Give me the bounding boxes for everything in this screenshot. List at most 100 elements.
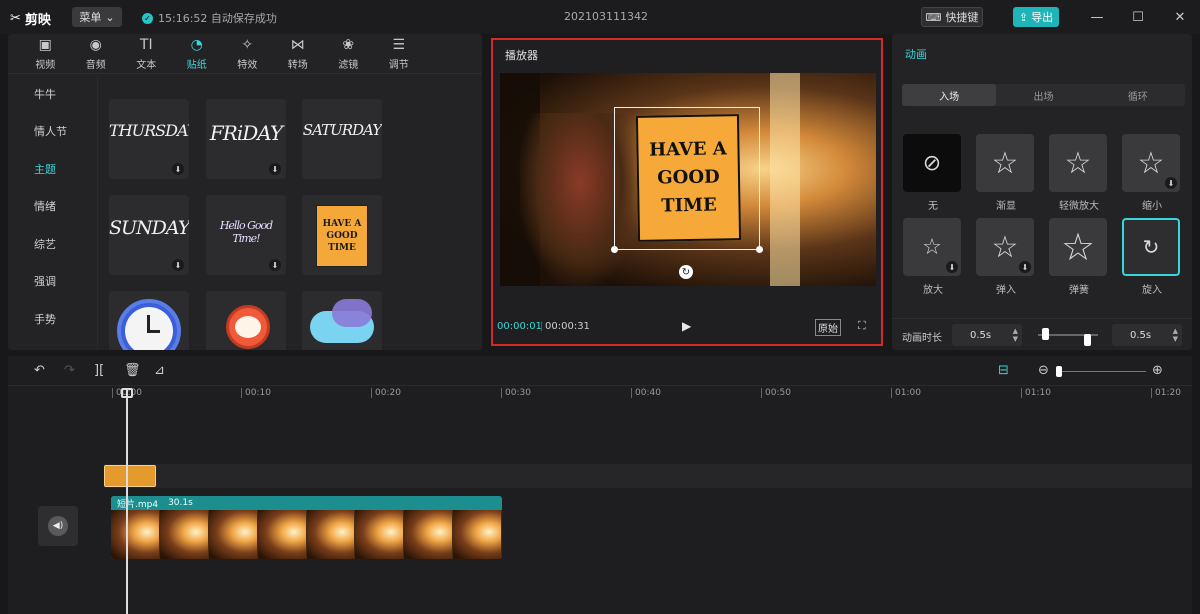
resize-handle[interactable]	[756, 246, 763, 253]
delete-icon[interactable]: 🗑	[124, 363, 141, 378]
rotate-handle-icon[interactable]: ↻	[679, 265, 693, 279]
resize-handle[interactable]	[611, 246, 618, 253]
sticker-text: THURSDAY	[109, 121, 189, 140]
download-icon[interactable]: ⬇	[172, 259, 184, 271]
slider-handle-out[interactable]	[1084, 334, 1091, 346]
sticker-tile[interactable]	[206, 291, 286, 350]
speaker-icon: ◀)	[48, 516, 68, 536]
redo-icon[interactable]: ↷	[64, 363, 75, 378]
undo-icon[interactable]: ↶	[34, 363, 45, 378]
tab-label: 贴纸	[186, 59, 207, 71]
export-label: 导出	[1031, 11, 1054, 24]
zoom-in-icon[interactable]: ⊕	[1152, 363, 1163, 378]
category-item[interactable]: 强调	[8, 263, 97, 301]
anim-item-slight-zoom[interactable]: ☆ 轻微放大	[1049, 134, 1109, 212]
sticker-tile[interactable]: SUNDAY ⬇	[109, 195, 189, 275]
anim-label: 缩小	[1142, 201, 1162, 212]
stepper-icon[interactable]: ▲ ▼	[1013, 327, 1018, 343]
sticker-tile[interactable]: HAVE A GOOD TIME	[302, 195, 382, 275]
download-icon[interactable]: ⬇	[1019, 261, 1031, 273]
duration-in-input[interactable]: 0.5s ▲ ▼	[952, 324, 1022, 346]
original-ratio-button[interactable]: 原始	[815, 319, 841, 336]
clip-frame	[453, 510, 502, 559]
download-icon[interactable]: ⬇	[269, 259, 281, 271]
project-name: 202103111342	[564, 10, 648, 23]
category-item[interactable]: 情绪	[8, 188, 97, 226]
category-item[interactable]: 牛牛	[8, 75, 97, 113]
export-button[interactable]: ⇪ 导出	[1013, 7, 1059, 27]
play-icon[interactable]: ▶	[682, 319, 691, 333]
download-icon[interactable]: ⬇	[1165, 177, 1177, 189]
video-clip[interactable]: 短片.mp4 30.1s	[111, 496, 502, 559]
playhead[interactable]	[126, 388, 128, 614]
tab-text[interactable]: TI 文本	[121, 34, 172, 73]
tab-loop[interactable]: 循环	[1091, 84, 1185, 106]
anim-label: 弹簧	[1069, 285, 1089, 296]
tab-effects[interactable]: ✧ 特效	[222, 34, 273, 73]
check-icon: ✓	[142, 12, 153, 24]
ruler-tick: 00:30	[501, 388, 531, 398]
timeline-panel: ↶ ↷ ][ 🗑 ⊿ ⊟ ⊖ ⊕ 00:00 00:10 00:20 00:30…	[8, 356, 1192, 614]
tab-out[interactable]: 出场	[996, 84, 1090, 106]
video-preview[interactable]: HAVE A GOOD TIME ↻	[500, 73, 876, 286]
category-item[interactable]: 主题	[8, 150, 97, 188]
category-item[interactable]: 手势	[8, 300, 97, 338]
menu-button[interactable]: 菜单 ⌄	[72, 7, 122, 27]
tab-filter[interactable]: ❀ 滤镜	[323, 34, 374, 73]
timeline-ruler[interactable]: 00:00 00:10 00:20 00:30 00:40 00:50 01:0…	[8, 386, 1192, 400]
clip-header: 短片.mp4 30.1s	[111, 496, 502, 510]
sticker-tile[interactable]: Hello Good Time! ⬇	[206, 195, 286, 275]
anim-item-shrink[interactable]: ☆ ⬇ 缩小	[1122, 134, 1182, 212]
anim-item-spring[interactable]: ☆ 弹簧	[1049, 218, 1109, 296]
mute-button[interactable]: ◀)	[38, 506, 78, 546]
clip-frame	[355, 510, 405, 559]
download-icon[interactable]: ⬇	[946, 261, 958, 273]
sticker-tile[interactable]: FRiDAY ⬇	[206, 99, 286, 179]
star-icon: ☆ ⬇	[976, 218, 1034, 276]
minimize-icon[interactable]: —	[1088, 8, 1106, 26]
tab-in[interactable]: 入场	[902, 84, 997, 106]
total-time: 00:00:31	[545, 321, 590, 332]
duration-slider[interactable]	[1038, 328, 1098, 346]
ruler-tick: 01:20	[1151, 388, 1181, 398]
maximize-icon[interactable]: ☐	[1129, 8, 1147, 26]
tab-adjust[interactable]: ☰ 调节	[374, 34, 425, 73]
sticker-overlay[interactable]: HAVE A GOOD TIME	[635, 114, 742, 242]
category-item[interactable]: 情人节	[8, 113, 97, 151]
tab-sticker[interactable]: ◔ 贴纸	[172, 34, 223, 73]
stepper-icon[interactable]: ▲ ▼	[1173, 327, 1178, 343]
snap-icon[interactable]: ⊟	[998, 363, 1009, 378]
tab-audio[interactable]: ◉ 音频	[71, 34, 122, 73]
download-icon[interactable]: ⬇	[269, 163, 281, 175]
shortcut-button[interactable]: ⌨ 快捷键	[921, 7, 983, 27]
mirror-icon[interactable]: ⊿	[154, 363, 165, 378]
sticker-clip[interactable]	[104, 465, 156, 487]
anim-item-rotate-in[interactable]: ↻ 旋入	[1122, 218, 1182, 296]
zoom-handle[interactable]	[1056, 366, 1062, 377]
anim-item-fade-in[interactable]: ☆ 渐显	[976, 134, 1036, 212]
zoom-out-icon[interactable]: ⊖	[1038, 363, 1049, 378]
tab-video[interactable]: ▣ 视频	[20, 34, 71, 73]
sticker-text: HAVE A GOOD TIME	[316, 205, 368, 267]
sticker-tile[interactable]: THURSDAY ⬇	[109, 99, 189, 179]
split-icon[interactable]: ][	[94, 363, 104, 378]
filter-icon: ❀	[342, 36, 355, 53]
sticker-tile[interactable]	[302, 291, 382, 350]
time-divider: |	[540, 321, 544, 332]
zoom-slider[interactable]	[1056, 366, 1146, 377]
tab-transition[interactable]: ⋈ 转场	[273, 34, 324, 73]
duration-out-input[interactable]: 0.5s ▲ ▼	[1112, 324, 1182, 346]
title-bar: ✂ 剪映 菜单 ⌄ ✓ 15:16:52 自动保存成功 202103111342…	[0, 0, 1200, 34]
fullscreen-icon[interactable]: ⛶	[858, 319, 866, 333]
download-icon[interactable]: ⬇	[172, 163, 184, 175]
category-item[interactable]: 综艺	[8, 225, 97, 263]
anim-label: 无	[928, 201, 938, 212]
anim-item-pop-in[interactable]: ☆ ⬇ 弹入	[976, 218, 1036, 296]
sticker-tile[interactable]	[109, 291, 189, 350]
anim-label: 放大	[923, 285, 943, 296]
anim-item-zoom-in[interactable]: ☆ ⬇ 放大	[903, 218, 963, 296]
slider-handle-in[interactable]	[1042, 328, 1049, 340]
sticker-tile[interactable]: SATURDAY	[302, 99, 382, 179]
anim-item-none[interactable]: ⊘ 无	[903, 134, 963, 212]
close-icon[interactable]: ✕	[1171, 8, 1189, 26]
